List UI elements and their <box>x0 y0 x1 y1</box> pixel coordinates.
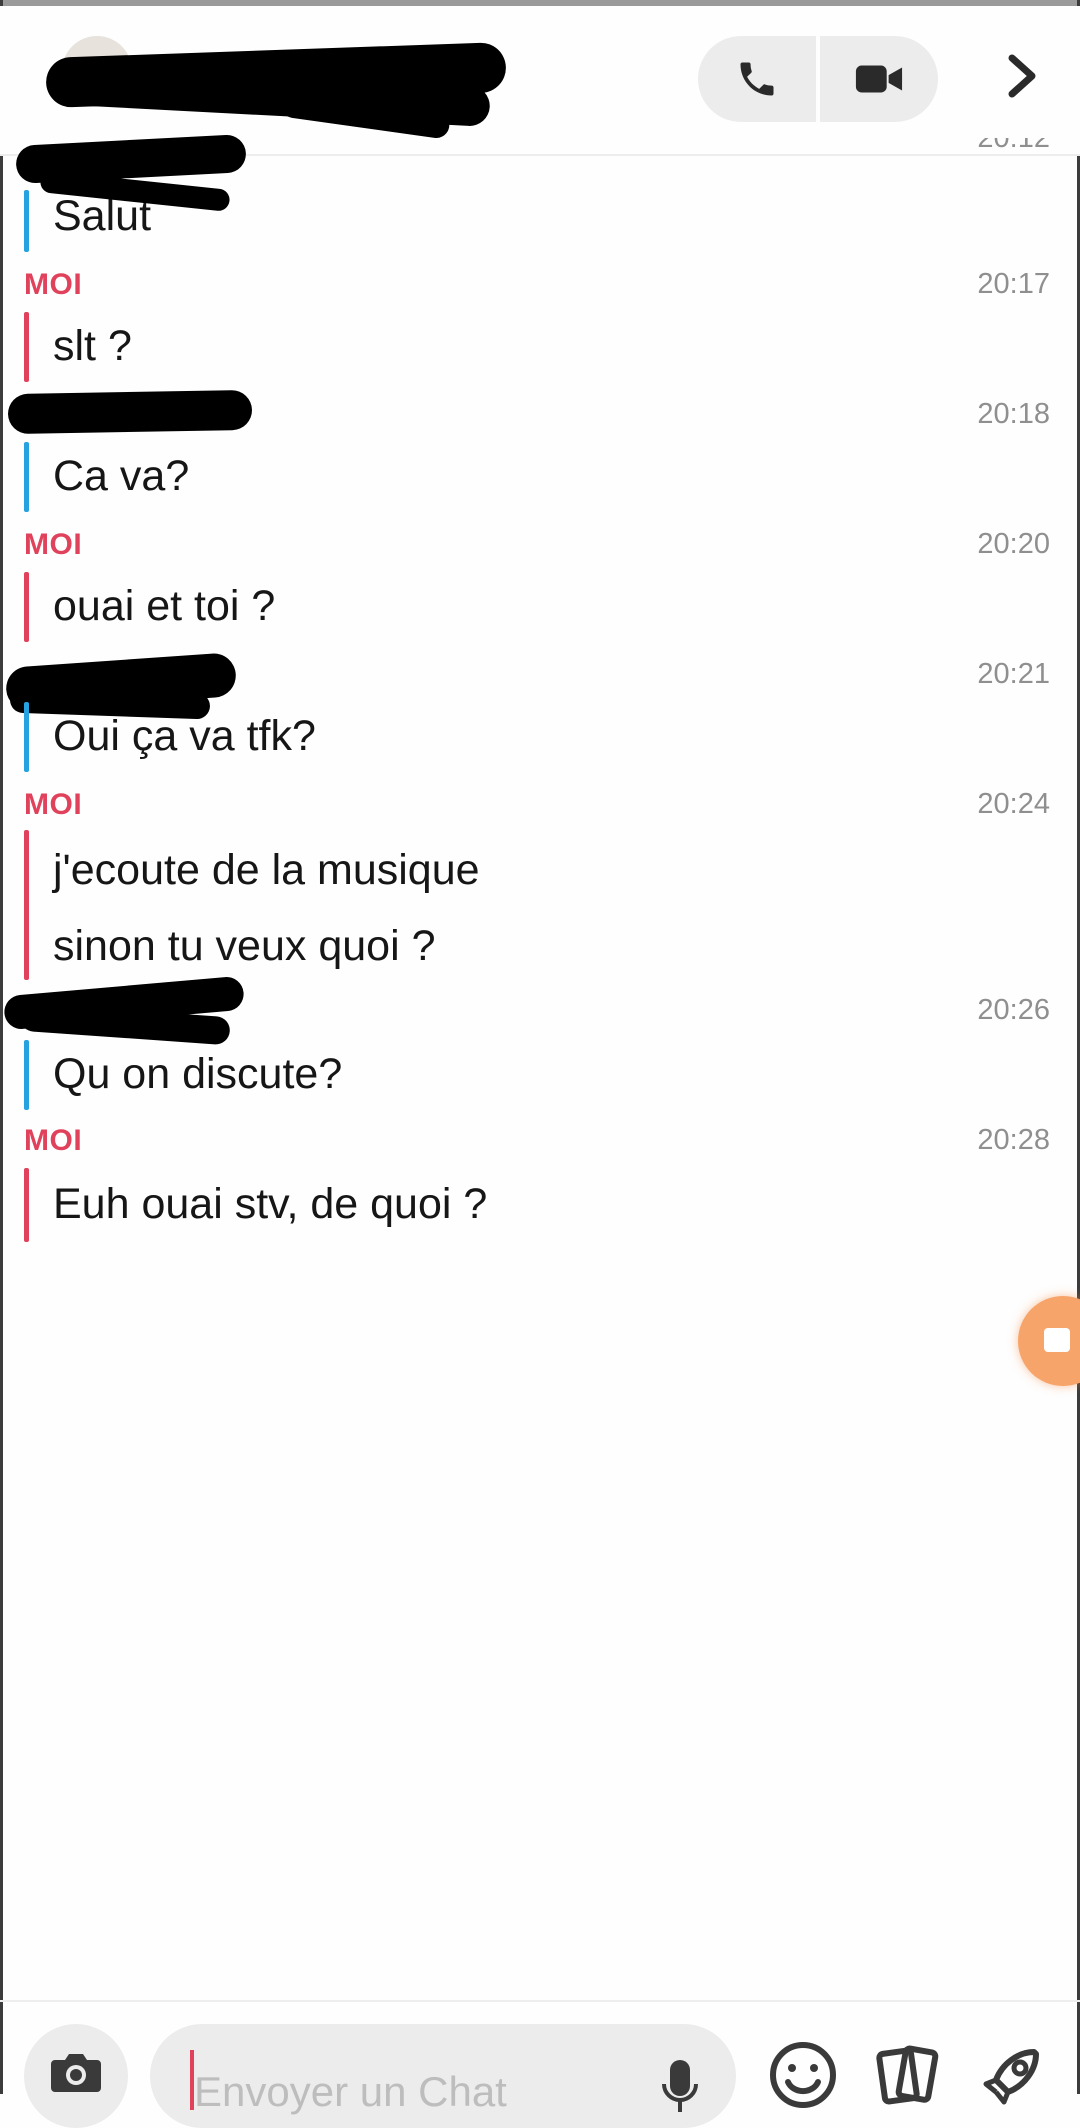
message-bar <box>24 312 29 382</box>
sticker-cards-icon[interactable] <box>872 2040 942 2110</box>
timestamp: 20:28 <box>977 1124 1050 1156</box>
camera-icon <box>51 2054 101 2092</box>
message-text[interactable]: Qu on discute? <box>53 1050 342 1099</box>
chat-input-placeholder: Envoyer un Chat <box>194 2068 507 2115</box>
chat-input[interactable]: Envoyer un Chat <box>150 2024 736 2128</box>
timestamp: 20:24 <box>977 788 1050 820</box>
message-text[interactable]: sinon tu veux quoi ? <box>53 922 436 971</box>
message-text[interactable]: j'ecoute de la musique <box>53 846 480 895</box>
camera-button[interactable] <box>24 2024 128 2128</box>
window-left-edge <box>0 0 3 2094</box>
timestamp: 20:26 <box>977 994 1050 1026</box>
more-button[interactable] <box>990 44 1054 108</box>
chat-header <box>0 6 1080 156</box>
chevron-right-icon <box>1008 54 1036 98</box>
message-bar <box>24 442 29 512</box>
message-text[interactable]: ouai et toi ? <box>53 582 275 631</box>
voice-call-button[interactable] <box>698 36 816 122</box>
phone-icon <box>740 62 774 96</box>
rocket-icon[interactable] <box>978 2040 1048 2110</box>
timestamp: 20:18 <box>977 398 1050 430</box>
smiley-icon[interactable] <box>768 2040 838 2110</box>
message-bar <box>24 1168 29 1242</box>
message-bar <box>24 572 29 642</box>
message-text[interactable]: Oui ça va tfk? <box>53 712 316 761</box>
floating-video-bubble[interactable] <box>1018 1296 1080 1386</box>
sender-label: MOI <box>24 268 83 301</box>
sender-label: MOI <box>24 1124 83 1157</box>
video-call-button[interactable] <box>820 36 938 122</box>
call-buttons <box>698 36 938 122</box>
sender-label: MOI <box>24 528 83 561</box>
message-bar <box>24 190 29 252</box>
message-bar <box>24 830 29 980</box>
video-camera-icon <box>1044 1328 1070 1352</box>
redaction-mark <box>7 389 253 435</box>
message-text[interactable]: slt ? <box>53 322 132 371</box>
message-text[interactable]: Euh ouai stv, de quoi ? <box>53 1180 487 1229</box>
microphone-icon[interactable] <box>660 2056 700 2116</box>
composer-divider <box>0 2000 1080 2002</box>
message-bar <box>24 1040 29 1110</box>
timestamp: 20:17 <box>977 268 1050 300</box>
timestamp: 20:12 <box>977 138 1050 154</box>
video-camera-icon <box>855 65 903 93</box>
timestamp: 20:20 <box>977 528 1050 560</box>
message-bar <box>24 702 29 772</box>
message-text[interactable]: Ca va? <box>53 452 189 501</box>
timestamp: 20:21 <box>977 658 1050 690</box>
sender-label: MOI <box>24 788 83 821</box>
